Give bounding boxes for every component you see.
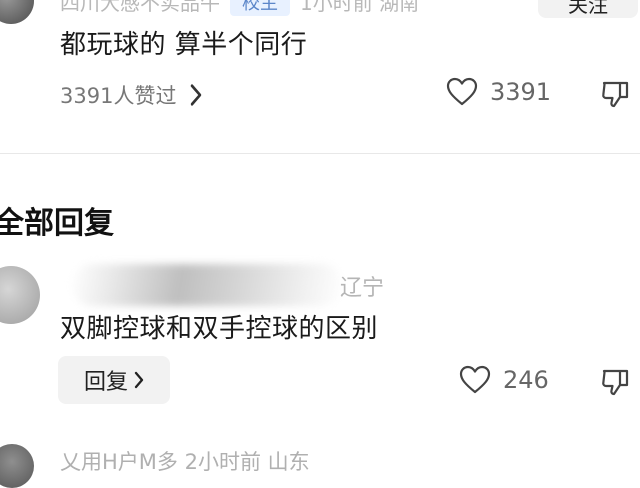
like-button[interactable]: 3391 [446, 77, 551, 107]
commenter-name[interactable]: 四川大感不实品牛 [60, 0, 220, 16]
section-title: 全部回复 [0, 206, 114, 241]
likes-summary-link[interactable]: 3391人赞过 [60, 80, 202, 110]
comment-time-location: 1小时前 湖南 [300, 0, 420, 15]
chevron-right-icon [190, 84, 202, 107]
next-comment-meta: 乂用H户M多 2小时前 山东 [60, 450, 310, 474]
reply-button[interactable]: 回复 [58, 356, 170, 404]
thumbs-down-icon [600, 79, 630, 109]
chevron-right-icon [134, 371, 144, 389]
reply-dislike-button[interactable] [600, 367, 630, 397]
reply-avatar[interactable] [0, 266, 40, 324]
heart-outline-icon [446, 77, 478, 107]
reply-button-label: 回复 [83, 370, 128, 395]
blurred-username[interactable] [72, 264, 342, 306]
reply-like-count: 246 [503, 366, 549, 394]
commenter-avatar[interactable] [0, 0, 34, 24]
author-badge: 校主 [230, 0, 290, 16]
dislike-button[interactable] [600, 79, 630, 109]
reply-like-button[interactable]: 246 [459, 365, 549, 395]
follow-button[interactable]: 关注 [538, 0, 638, 18]
reply-location: 辽宁 [340, 276, 385, 301]
likes-summary-text: 3391人赞过 [60, 84, 177, 108]
heart-outline-icon [459, 365, 491, 395]
reply-content: 双脚控球和双手控球的区别 [60, 314, 379, 344]
comment-content: 都玩球的 算半个同行 [60, 30, 308, 60]
comment-meta: 四川大感不实品牛 校主 1小时前 湖南 [60, 0, 419, 16]
like-count: 3391 [490, 78, 552, 106]
next-commenter-avatar[interactable] [0, 444, 34, 488]
thumbs-down-icon [600, 367, 630, 397]
section-divider [0, 153, 640, 154]
